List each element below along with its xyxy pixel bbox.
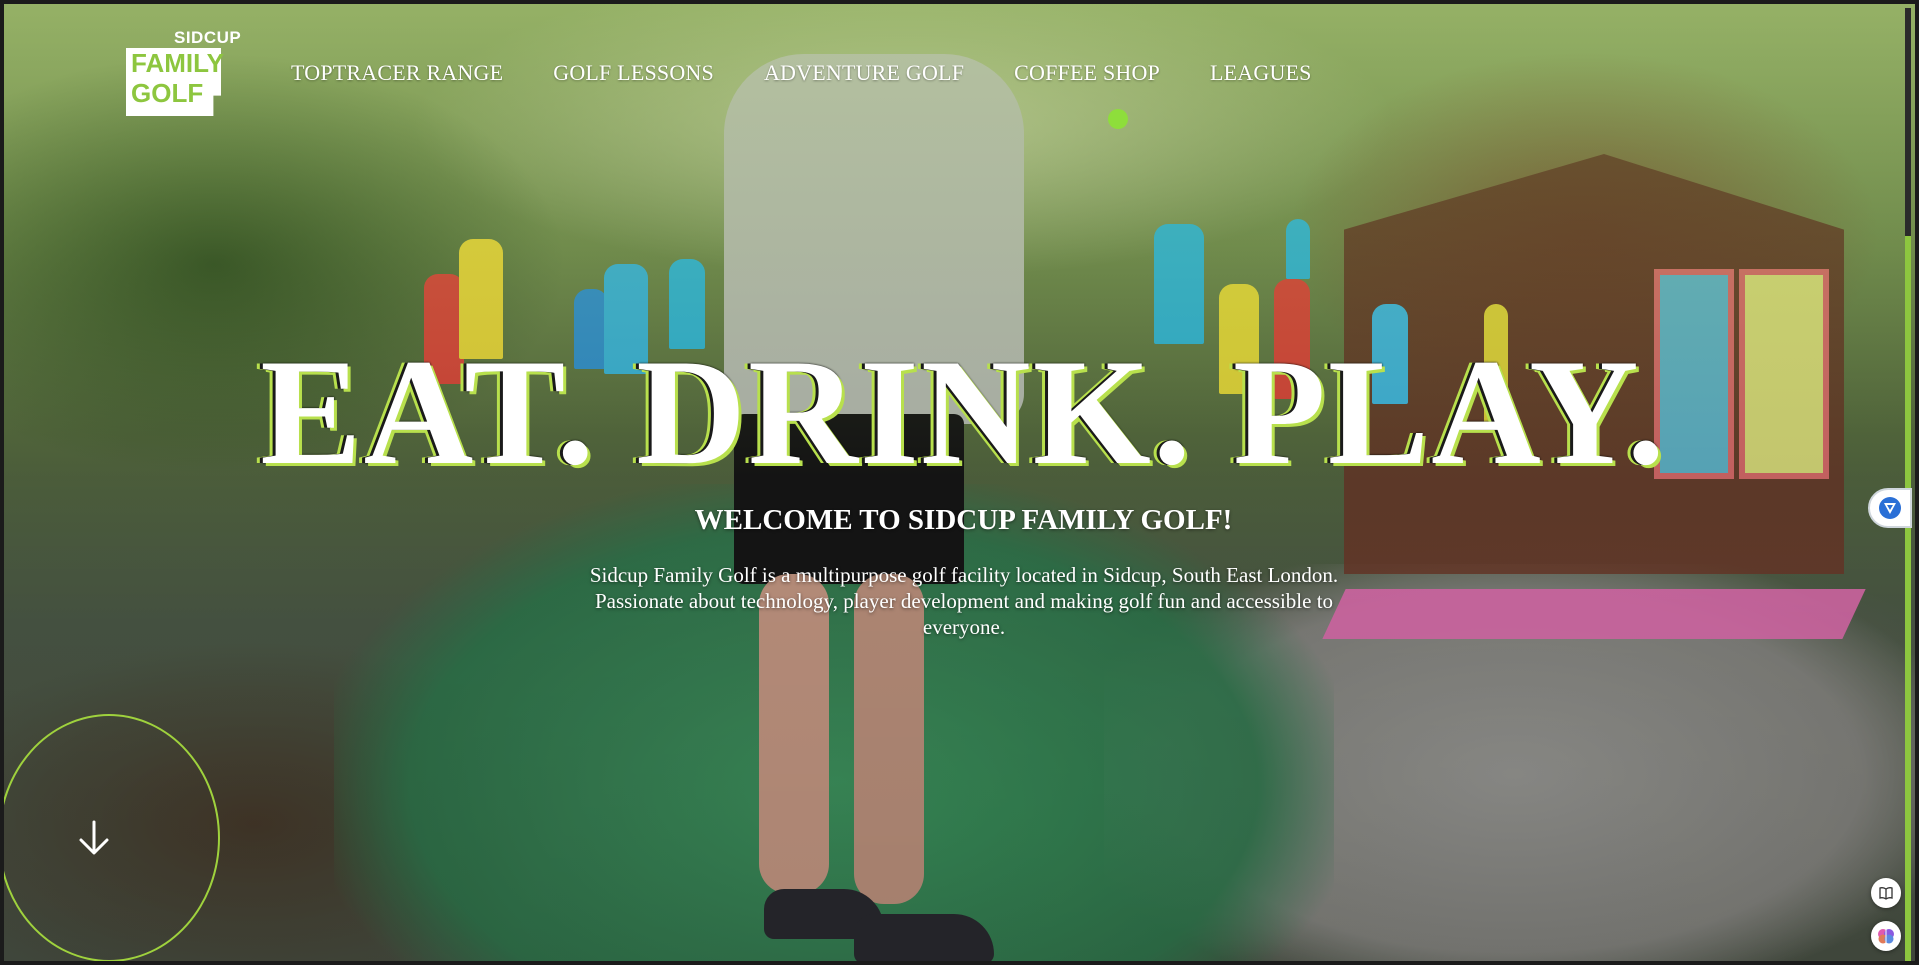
scrollbar-thumb[interactable] [1905,8,1911,236]
pink-course-decor [1322,589,1866,639]
arrow-down-icon[interactable] [72,816,116,860]
green-course-decor [334,484,1334,961]
page-progress-fill [1905,236,1911,961]
nav-indicator-dot [1108,109,1128,129]
pole-decor [1286,219,1310,279]
nav-item-adventure-golf[interactable]: ADVENTURE GOLF [764,60,964,86]
nav-item-coffee-shop[interactable]: COFFEE SHOP [1014,60,1160,86]
main-nav: TOPTRACER RANGE GOLF LESSONS ADVENTURE G… [291,60,1362,86]
book-icon[interactable] [1871,878,1901,908]
site-logo[interactable]: SIDCUP FAMILY GOLF [126,28,246,118]
pole-decor [1154,224,1204,344]
logo-sidcup-text: SIDCUP [174,28,242,47]
brain-icon[interactable] [1871,921,1901,951]
hero-welcome-heading: WELCOME TO SIDCUP FAMILY GOLF! [694,504,1233,536]
hero-intro-text: Sidcup Family Golf is a multipurpose gol… [589,563,1339,639]
hero-headline: EAT. DRINK. PLAY. [260,328,1667,496]
logo-golf-text: GOLF [131,78,204,108]
nav-item-golf-lessons[interactable]: GOLF LESSONS [553,60,714,86]
page-frame: SIDCUP FAMILY GOLF TOPTRACER RANGE GOLF … [0,0,1919,965]
v-shield-icon[interactable] [1868,488,1912,528]
nav-item-leagues[interactable]: LEAGUES [1210,60,1312,86]
nav-item-toptracer-range[interactable]: TOPTRACER RANGE [291,60,503,86]
logo-family-text: FAMILY [131,48,224,78]
